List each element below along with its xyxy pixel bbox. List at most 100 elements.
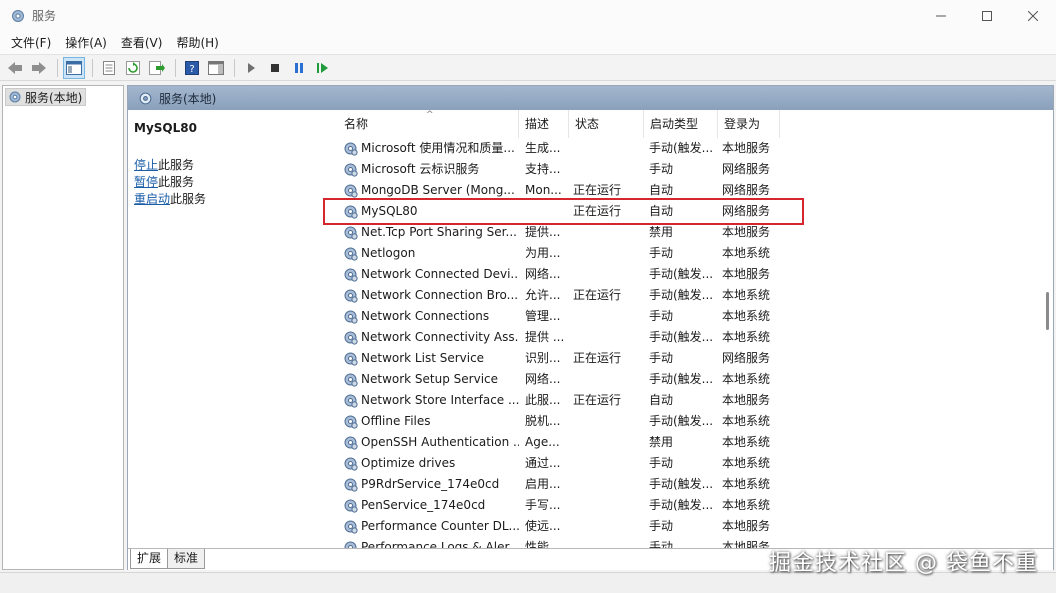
tree-item-services-local[interactable]: 服务(本地) xyxy=(5,88,87,106)
services-gear-icon xyxy=(9,91,21,103)
pause-service-link[interactable]: 暂停 xyxy=(134,175,158,189)
export-list-button[interactable] xyxy=(146,57,168,79)
service-row[interactable]: MySQL80 正在运行 自动 网络服务 xyxy=(331,201,1043,222)
service-name: Performance Logs & Aler... xyxy=(361,540,519,548)
service-log-on-as: 本地系统 xyxy=(722,456,771,470)
service-row[interactable]: MongoDB Server (Mong... Mon... 正在运行 自动 网络服务 xyxy=(331,180,1043,201)
menu-action[interactable]: 操作(A) xyxy=(58,34,114,51)
scrollbar-thumb[interactable] xyxy=(1046,292,1049,330)
service-row[interactable]: Network Setup Service 网络... 手动(触发... 本地系统 xyxy=(331,369,1043,390)
service-status xyxy=(573,159,643,180)
service-gear-icon xyxy=(344,184,358,198)
column-header-startup-type[interactable]: 启动类型 xyxy=(644,110,718,138)
service-row[interactable]: Network Connection Bro... 允许... 正在运行 手动(触发.… xyxy=(331,285,1043,306)
service-row[interactable]: Performance Counter DL... 使远... 手动 本地服务 xyxy=(331,516,1043,537)
service-row[interactable]: Microsoft 使用情况和质量... 生成... 手动(触发... 本地服务 xyxy=(331,138,1043,159)
service-row[interactable]: Network Store Interface ... 此服... 正在运行 自动 本地… xyxy=(331,390,1043,411)
service-startup-type: 手动(触发... xyxy=(649,477,714,491)
pause-icon xyxy=(295,62,303,73)
service-startup-type: 禁用 xyxy=(649,435,674,449)
close-button[interactable] xyxy=(1010,0,1056,31)
stop-service-button[interactable] xyxy=(264,57,286,79)
service-row[interactable]: Microsoft 云标识服务 支持... 手动 网络服务 xyxy=(331,159,1043,180)
service-row[interactable]: P9RdrService_174e0cd 启用... 手动(触发... 本地系统 xyxy=(331,474,1043,495)
minimize-button[interactable] xyxy=(918,0,964,31)
back-arrow-icon xyxy=(8,61,22,74)
service-name: Network Connections xyxy=(361,309,490,323)
service-startup-type: 手动 xyxy=(649,540,674,548)
forward-button[interactable] xyxy=(28,57,50,79)
service-description: 使远... xyxy=(525,519,561,533)
show-action-pane-button[interactable] xyxy=(205,57,227,79)
toolbar-separator xyxy=(92,58,93,77)
service-gear-icon xyxy=(344,499,358,513)
service-status xyxy=(573,306,643,327)
column-header-log-on-as[interactable]: 登录为 xyxy=(718,110,780,138)
service-description: 启用... xyxy=(525,477,561,491)
tab-extended[interactable]: 扩展 xyxy=(130,549,169,569)
properties-sheet-icon xyxy=(103,60,115,75)
service-row[interactable]: Network Connected Devi... 网络... 手动(触发... 本地… xyxy=(331,264,1043,285)
service-row[interactable]: Net.Tcp Port Sharing Ser... 提供... 禁用 本地服务 xyxy=(331,222,1043,243)
service-log-on-as: 网络服务 xyxy=(722,183,771,197)
service-description-panel: MySQL80 停止此服务 暂停此服务 重启动此服务 xyxy=(128,110,328,550)
service-log-on-as: 本地系统 xyxy=(722,498,771,512)
service-status xyxy=(573,495,643,516)
service-status xyxy=(573,453,643,474)
restart-service-button[interactable] xyxy=(312,57,334,79)
service-startup-type: 手动(触发... xyxy=(649,267,714,281)
column-header-description[interactable]: 描述 xyxy=(519,110,569,138)
service-gear-icon xyxy=(344,310,358,324)
properties-button[interactable] xyxy=(98,57,120,79)
menu-view[interactable]: 查看(V) xyxy=(114,34,170,51)
service-row[interactable]: Network Connections 管理... 手动 本地系统 xyxy=(331,306,1043,327)
service-row[interactable]: Netlogon 为用... 手动 本地系统 xyxy=(331,243,1043,264)
console-tree-icon xyxy=(66,60,82,75)
service-status xyxy=(573,243,643,264)
pause-service-button[interactable] xyxy=(288,57,310,79)
menu-help[interactable]: 帮助(H) xyxy=(169,34,225,51)
tab-standard[interactable]: 标准 xyxy=(168,549,206,569)
service-name: Net.Tcp Port Sharing Ser... xyxy=(361,225,517,239)
service-row[interactable]: Network Connectivity Ass... 提供 ... 手动(触发..… xyxy=(331,327,1043,348)
service-row[interactable]: Optimize drives 通过... 手动 本地系统 xyxy=(331,453,1043,474)
service-gear-icon xyxy=(344,331,358,345)
service-gear-icon xyxy=(344,289,358,303)
service-log-on-as: 本地系统 xyxy=(722,288,771,302)
service-gear-icon xyxy=(344,247,358,261)
start-service-button[interactable] xyxy=(240,57,262,79)
service-log-on-as: 本地系统 xyxy=(722,477,771,491)
service-row[interactable]: Offline Files 脱机... 手动(触发... 本地系统 xyxy=(331,411,1043,432)
help-button[interactable]: ? xyxy=(181,57,203,79)
refresh-button[interactable] xyxy=(122,57,144,79)
service-status xyxy=(573,222,643,243)
column-header-name[interactable]: 名称 xyxy=(331,110,519,138)
service-name: Microsoft 云标识服务 xyxy=(361,162,480,176)
restart-service-link[interactable]: 重启动 xyxy=(134,192,170,206)
service-description: 管理... xyxy=(525,309,561,323)
service-log-on-as: 本地系统 xyxy=(722,435,771,449)
service-row[interactable]: PenService_174e0cd 手写... 手动(触发... 本地系统 xyxy=(331,495,1043,516)
service-row[interactable]: OpenSSH Authentication ... Age... 禁用 本地系统 xyxy=(331,432,1043,453)
column-header-status[interactable]: 状态 xyxy=(569,110,644,138)
maximize-button[interactable] xyxy=(964,0,1010,31)
show-console-tree-button[interactable] xyxy=(63,56,85,79)
close-icon xyxy=(1028,10,1038,21)
service-status xyxy=(573,474,643,495)
services-gear-icon xyxy=(139,92,152,104)
service-description: 允许... xyxy=(525,288,561,302)
service-log-on-as: 本地服务 xyxy=(722,519,771,533)
service-startup-type: 手动 xyxy=(649,162,674,176)
menu-file[interactable]: 文件(F) xyxy=(4,34,58,51)
service-log-on-as: 本地系统 xyxy=(722,330,771,344)
vertical-scrollbar[interactable] xyxy=(1042,110,1053,550)
stop-service-link[interactable]: 停止 xyxy=(134,158,158,172)
window-title: 服务 xyxy=(32,9,57,23)
service-startup-type: 手动(触发... xyxy=(649,141,714,155)
service-gear-icon xyxy=(344,415,358,429)
back-button[interactable] xyxy=(4,57,26,79)
maximize-icon xyxy=(982,10,992,21)
service-row[interactable]: Network List Service 识别... 正在运行 手动 网络服务 xyxy=(331,348,1043,369)
service-status xyxy=(573,411,643,432)
column-header-row: ^ 名称 描述 状态 启动类型 登录为 xyxy=(331,110,1043,138)
